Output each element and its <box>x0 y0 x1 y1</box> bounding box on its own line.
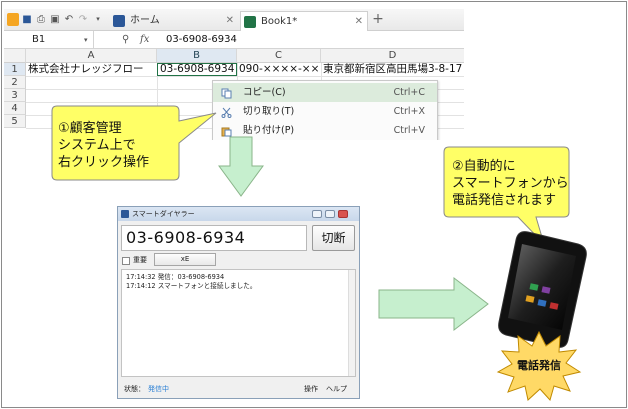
log-scrollbar[interactable] <box>348 270 355 376</box>
maximize-button[interactable] <box>325 210 335 218</box>
callout-2-line-3: 電話発信されます <box>452 193 557 208</box>
cell-c1[interactable]: 090-××××-×××× <box>239 63 320 76</box>
cell-d1[interactable]: 東京都新宿区高田馬場3-8-17 板橋ビル202 <box>323 63 464 76</box>
burst-label: 電話発信 <box>517 359 561 372</box>
context-menu: コピー(C) Ctrl+C 切り取り(T) Ctrl+X 貼り付け(P) Ctr… <box>212 80 438 140</box>
customize-icon[interactable]: ▾ <box>92 13 104 26</box>
title-bar: ■ ⎙ ▣ ↶ ↷ ▾ ホーム ✕ Book1* ✕ + <box>4 9 464 31</box>
callout-2-line-2: スマートフォンから <box>452 176 569 191</box>
selected-cell-outline <box>157 63 237 76</box>
row-header-3[interactable]: 3 <box>4 89 26 102</box>
callout-2-text: ②自動的に スマートフォンから 電話発信されます <box>452 158 569 209</box>
name-box[interactable]: B1 <box>4 31 94 49</box>
spreadsheet-tab-icon <box>244 16 256 28</box>
dialer-title-bar: スマートダイヤラー <box>118 207 359 221</box>
dialer-title: スマートダイヤラー <box>132 210 195 218</box>
dialer-app-icon <box>121 210 129 218</box>
menu-operation[interactable]: 操作 <box>304 381 318 398</box>
right-arrow <box>378 276 489 332</box>
print-icon[interactable]: ⎙ <box>35 13 47 26</box>
preview-icon[interactable]: ▣ <box>49 13 61 26</box>
row-header-5[interactable]: 5 <box>4 115 26 128</box>
app-menu-icon[interactable] <box>7 13 19 26</box>
fx-label[interactable]: fx <box>140 31 149 49</box>
down-arrow <box>218 136 264 197</box>
column-header-d[interactable]: D <box>321 49 464 63</box>
callout-1-line-2: システム上で <box>58 138 136 153</box>
important-label: 重要 <box>133 256 147 264</box>
menu-item-label: コピー(C) <box>243 87 286 98</box>
cell-a1[interactable]: 株式会社ナレッジフロー <box>28 63 156 76</box>
call-log: 17:14:32 発信：03-6908-6934 17:14:12 スマートフォ… <box>121 269 356 377</box>
column-header-c[interactable]: C <box>237 49 321 63</box>
copy-icon <box>221 87 232 99</box>
column-header-a[interactable]: A <box>26 49 157 63</box>
new-tab-icon[interactable]: + <box>372 12 384 26</box>
tab-book1-label: Book1* <box>261 16 298 27</box>
callout-1-line-1: ①顧客管理 <box>58 121 122 136</box>
row-header-2[interactable]: 2 <box>4 76 26 89</box>
log-line: 17:14:32 発信：03-6908-6934 <box>126 273 225 281</box>
row-header-4[interactable]: 4 <box>4 102 26 115</box>
menu-item-label: 切り取り(T) <box>243 106 295 117</box>
callout-2-line-1: ②自動的に <box>452 159 516 174</box>
minimize-button[interactable] <box>312 210 322 218</box>
name-box-dropdown-icon[interactable]: ▾ <box>84 31 88 49</box>
smart-dialer-window: スマートダイヤラー 03-6908-6934 切断 重要 xE 17:14:32… <box>117 206 360 399</box>
close-icon[interactable]: ✕ <box>226 11 234 31</box>
row-header-1[interactable]: 1 <box>4 63 26 76</box>
status-value: 発信中 <box>148 385 169 393</box>
select-all-corner[interactable] <box>4 49 26 63</box>
xe-button[interactable]: xE <box>154 253 216 266</box>
save-icon[interactable]: ■ <box>21 13 33 26</box>
menu-help[interactable]: ヘルプ <box>326 381 347 398</box>
menu-item-cut[interactable]: 切り取り(T) Ctrl+X <box>213 102 437 121</box>
grid-line <box>26 76 464 77</box>
formula-input[interactable]: 03-6908-6934 <box>166 31 237 49</box>
callout-1-text: ①顧客管理 システム上で 右クリック操作 <box>58 120 149 171</box>
tab-home-label: ホーム <box>130 15 160 26</box>
status-label: 状態： <box>124 385 145 393</box>
phone-number-display[interactable]: 03-6908-6934 <box>121 225 307 251</box>
redo-icon[interactable]: ↷ <box>77 13 89 26</box>
menu-item-shortcut: Ctrl+V <box>393 125 425 136</box>
tab-book1[interactable]: Book1* ✕ <box>240 11 368 31</box>
menu-item-copy[interactable]: コピー(C) Ctrl+C <box>213 83 437 102</box>
undo-icon[interactable]: ↶ <box>63 13 75 26</box>
close-button[interactable] <box>338 210 348 218</box>
formula-bar: B1 ▾ ⚲ fx 03-6908-6934 <box>4 31 464 49</box>
column-header-b[interactable]: B <box>157 49 237 63</box>
dialer-status-bar: 状態： 発信中 操作 ヘルプ <box>118 381 359 398</box>
home-tab-icon <box>113 15 125 27</box>
zoom-icon[interactable]: ⚲ <box>122 31 129 49</box>
important-checkbox[interactable] <box>122 257 130 265</box>
menu-item-shortcut: Ctrl+C <box>393 87 426 98</box>
close-icon[interactable]: ✕ <box>355 12 363 32</box>
tab-home[interactable]: ホーム ✕ <box>110 11 238 31</box>
menu-item-shortcut: Ctrl+X <box>393 106 425 117</box>
log-line: 17:14:12 スマートフォンと接続しました。 <box>126 282 257 290</box>
callout-1-line-3: 右クリック操作 <box>58 155 150 170</box>
hang-up-button[interactable]: 切断 <box>312 225 355 251</box>
